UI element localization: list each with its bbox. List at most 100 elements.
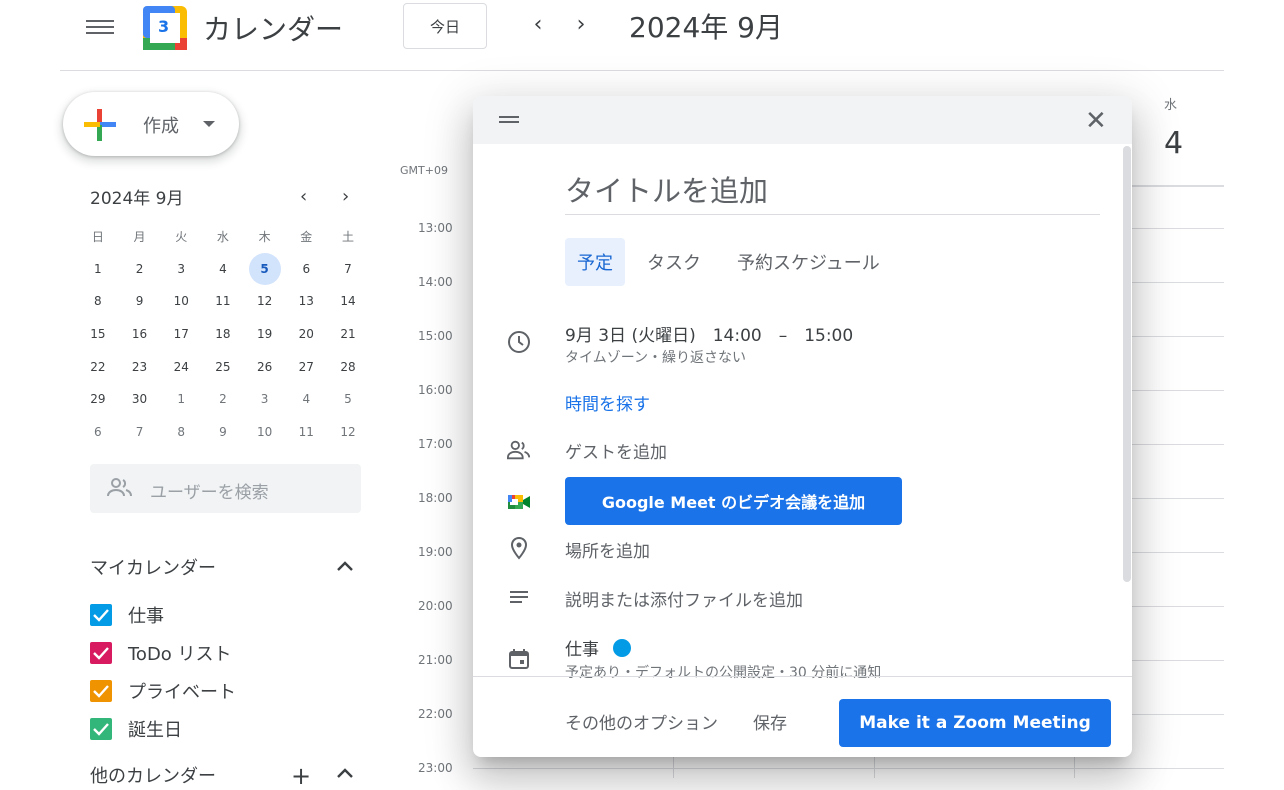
mini-day-next-month[interactable]: 10	[244, 416, 286, 449]
dialog-drag-bar[interactable]: ✕	[473, 96, 1132, 144]
mini-day-next-month[interactable]: 6	[77, 416, 119, 449]
prev-period-button[interactable]: ‹	[526, 12, 550, 37]
calendar-item-birthdays[interactable]: 誕生日	[90, 717, 182, 741]
mini-day-next-month[interactable]: 12	[327, 416, 369, 449]
mini-day-today[interactable]: 5	[244, 252, 286, 286]
add-google-meet-button[interactable]: Google Meet のビデオ会議を追加	[565, 477, 902, 525]
mini-day[interactable]: 22	[77, 350, 119, 383]
tab-event[interactable]: 予定	[565, 238, 625, 286]
mini-day[interactable]: 19	[244, 318, 286, 351]
main-menu-button[interactable]	[86, 16, 114, 38]
mini-day[interactable]: 3	[160, 253, 202, 286]
add-location-field[interactable]: 場所を追加	[565, 537, 650, 562]
chevron-up-icon[interactable]	[334, 764, 356, 783]
mini-day[interactable]: 7	[327, 253, 369, 286]
chevron-up-icon[interactable]	[334, 556, 356, 580]
mini-day[interactable]: 10	[160, 285, 202, 318]
today-button[interactable]: 今日	[403, 3, 487, 49]
hour-label: 13:00	[418, 221, 453, 235]
mini-day[interactable]: 29	[77, 383, 119, 416]
mini-day-next-month[interactable]: 5	[327, 383, 369, 416]
mini-day[interactable]: 16	[119, 318, 161, 351]
mini-day[interactable]: 13	[285, 285, 327, 318]
checkbox-checked-icon[interactable]	[90, 642, 112, 664]
event-datetime[interactable]: 9月 3日 (火曜日) 14:00 – 15:00	[565, 321, 853, 346]
timezone-recurrence[interactable]: タイムゾーン・繰り返さない	[565, 347, 746, 367]
calendar-selector[interactable]: 仕事	[565, 635, 631, 660]
mini-day[interactable]: 25	[202, 350, 244, 383]
event-title-input[interactable]	[565, 168, 1100, 215]
location-pin-icon	[510, 536, 528, 560]
mini-day[interactable]: 4	[202, 253, 244, 286]
mini-day[interactable]: 17	[160, 318, 202, 351]
mini-day[interactable]: 30	[119, 383, 161, 416]
mini-day-next-month[interactable]: 7	[119, 416, 161, 449]
weekday-label: 金	[300, 229, 313, 244]
mini-day-next-month[interactable]: 11	[285, 416, 327, 449]
close-icon[interactable]: ✕	[1085, 106, 1107, 136]
more-options-button[interactable]: その他のオプション	[565, 709, 718, 734]
mini-day[interactable]: 1	[77, 253, 119, 286]
create-button[interactable]: 作成	[63, 92, 239, 156]
add-description-field[interactable]: 説明または添付ファイルを追加	[565, 586, 803, 611]
mini-day[interactable]: 21	[327, 318, 369, 351]
next-period-button[interactable]: ›	[569, 12, 593, 37]
calendar-item-private[interactable]: プライベート	[90, 679, 236, 703]
mini-day[interactable]: 20	[285, 318, 327, 351]
weekday-label: 日	[91, 229, 104, 244]
mini-day[interactable]: 9	[119, 285, 161, 318]
mini-day-next-month[interactable]: 3	[244, 383, 286, 416]
mini-day-next-month[interactable]: 9	[202, 416, 244, 449]
mini-day[interactable]: 28	[327, 350, 369, 383]
calendar-item-todo[interactable]: ToDo リスト	[90, 641, 232, 665]
create-label: 作成	[143, 116, 179, 137]
mini-day-next-month[interactable]: 8	[160, 416, 202, 449]
save-button[interactable]: 保存	[753, 709, 787, 734]
calendar-logo-day: 3	[158, 17, 170, 36]
mini-prev-month-button[interactable]: ‹	[300, 186, 307, 207]
hour-label: 19:00	[418, 545, 453, 559]
caret-down-icon	[203, 121, 215, 127]
day-header-date[interactable]: 4	[1164, 126, 1183, 161]
calendar-item-label: 仕事	[128, 606, 164, 627]
mini-day[interactable]: 27	[285, 350, 327, 383]
mini-day-next-month[interactable]: 4	[285, 383, 327, 416]
mini-day[interactable]: 24	[160, 350, 202, 383]
mini-day[interactable]: 15	[77, 318, 119, 351]
description-icon	[510, 591, 528, 603]
drag-handle-icon[interactable]	[499, 116, 519, 126]
mini-day-next-month[interactable]: 1	[160, 383, 202, 416]
mini-day[interactable]: 11	[202, 285, 244, 318]
checkbox-checked-icon[interactable]	[90, 604, 112, 626]
mini-day[interactable]: 14	[327, 285, 369, 318]
tab-appointment-schedule[interactable]: 予約スケジュール	[725, 238, 892, 286]
calendar-item-label: 誕生日	[128, 720, 182, 741]
other-calendars-title[interactable]: 他のカレンダー	[90, 762, 216, 788]
calendar-item-work[interactable]: 仕事	[90, 603, 164, 627]
mini-day[interactable]: 2	[119, 253, 161, 286]
calendar-logo-icon: 3	[143, 6, 187, 50]
calendar-settings-summary[interactable]: 予定あり・デフォルトの公開設定・30 分前に通知	[565, 662, 881, 682]
mini-day[interactable]: 6	[285, 253, 327, 286]
mini-day[interactable]: 12	[244, 285, 286, 318]
add-guests-field[interactable]: ゲストを追加	[565, 438, 667, 463]
tab-task[interactable]: タスク	[635, 238, 713, 286]
dialog-scrollbar[interactable]	[1123, 146, 1131, 582]
day-header-weekday: 水	[1164, 98, 1178, 113]
mini-day-next-month[interactable]: 2	[202, 383, 244, 416]
calendar-icon	[509, 649, 529, 669]
weekday-label: 火	[175, 229, 188, 244]
mini-calendar-title: 2024年 9月	[90, 189, 184, 209]
mini-next-month-button[interactable]: ›	[342, 186, 349, 207]
checkbox-checked-icon[interactable]	[90, 718, 112, 740]
zoom-meeting-button[interactable]: Make it a Zoom Meeting	[839, 699, 1111, 747]
mini-day[interactable]: 18	[202, 318, 244, 351]
mini-day[interactable]: 23	[119, 350, 161, 383]
add-calendar-icon[interactable]: +	[291, 762, 311, 790]
find-time-link[interactable]: 時間を探す	[565, 390, 650, 415]
search-users-input[interactable]: ユーザーを検索	[90, 464, 361, 513]
checkbox-checked-icon[interactable]	[90, 680, 112, 702]
mini-day[interactable]: 8	[77, 285, 119, 318]
my-calendars-title[interactable]: マイカレンダー	[90, 554, 216, 580]
mini-day[interactable]: 26	[244, 350, 286, 383]
